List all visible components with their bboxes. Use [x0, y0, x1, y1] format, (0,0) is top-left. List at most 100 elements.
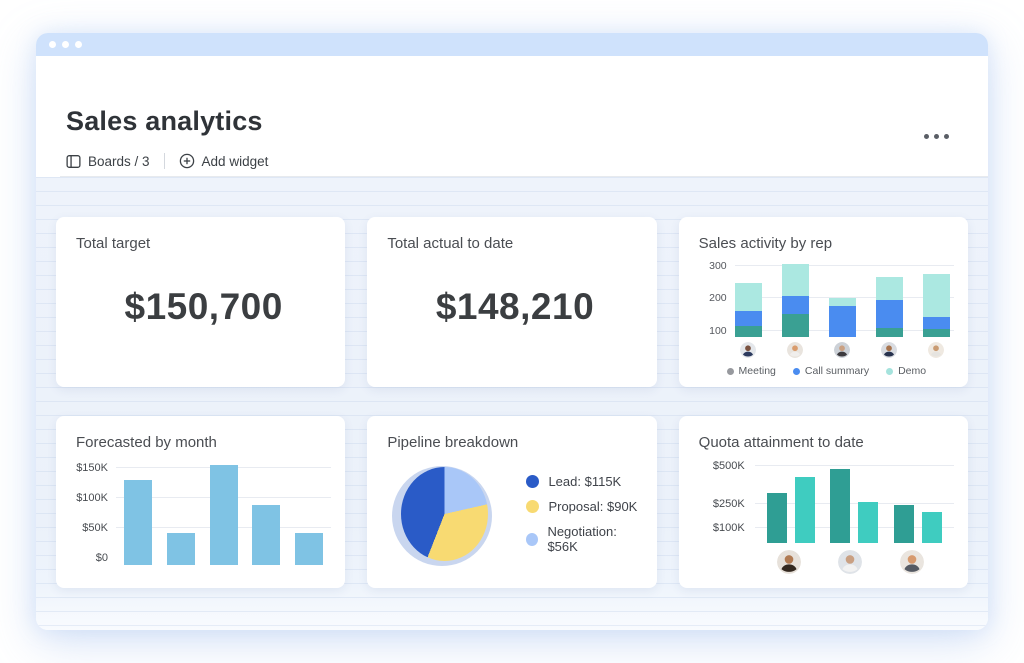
legend-label: Demo: [898, 365, 926, 377]
more-options-button[interactable]: [918, 128, 955, 145]
forecast-bar: [295, 533, 323, 565]
ellipsis-icon: [924, 134, 929, 139]
board-icon: [66, 154, 81, 169]
avatar-slot: [829, 342, 856, 358]
kpi-value: $148,210: [387, 286, 642, 328]
pie-wrap: [401, 467, 488, 561]
forecast-bar: [252, 505, 280, 565]
rep-avatar: [740, 342, 756, 358]
widget-grid: Total target $150,700 Total actual to da…: [56, 217, 968, 588]
window-control-dot[interactable]: [62, 41, 69, 48]
window-titlebar: [36, 33, 988, 56]
y-tick-label: 300: [709, 260, 727, 272]
y-tick-label: $50K: [82, 522, 108, 534]
quota-y-axis: $500K $250K $100K: [699, 463, 745, 543]
avatar-slot: [765, 550, 813, 574]
widget-quota[interactable]: Quota attainment to date $500K $250K $100K: [679, 416, 968, 588]
stacked-bar: [923, 274, 950, 337]
quota-bar: [894, 505, 914, 543]
bar-segment-call-summary: [782, 296, 809, 315]
stacked-bar: [782, 264, 809, 337]
legend-item: Negotiation: $56K: [526, 524, 642, 554]
widget-sales-activity[interactable]: Sales activity by rep 100 200 300: [679, 217, 968, 387]
forecast-bar: [124, 480, 152, 565]
quota-bar: [922, 512, 942, 543]
rep-avatar: [777, 550, 801, 574]
legend-dot: [886, 368, 893, 375]
activity-legend: Meeting Call summary Demo: [699, 365, 954, 377]
avatar-slot: [735, 342, 762, 358]
bar-segment-demo: [876, 277, 903, 300]
page: Sales analytics Boards / 3: [0, 0, 1024, 663]
widget-title: Total actual to date: [387, 235, 642, 252]
activity-chart: 100 200 300: [699, 261, 954, 337]
quota-bar: [830, 469, 850, 543]
bar-segment-call-summary: [829, 306, 856, 337]
activity-y-axis: 100 200 300: [699, 261, 727, 337]
forecast-plot-bars: [124, 465, 323, 565]
widget-total-target[interactable]: Total target $150,700: [56, 217, 345, 387]
bar-segment-meeting: [923, 329, 950, 337]
y-tick-label: 100: [709, 325, 727, 337]
boards-label: Boards / 3: [88, 154, 150, 169]
avatar-slot: [923, 342, 950, 358]
widget-pipeline[interactable]: Pipeline breakdown Lead: $115K Proposal: …: [367, 416, 656, 588]
legend-label: Lead: $115K: [548, 474, 621, 489]
dashboard-header: Sales analytics Boards / 3: [36, 56, 988, 177]
forecast-bar: [210, 465, 238, 565]
legend-label: Meeting: [739, 365, 776, 377]
rep-avatar: [834, 342, 850, 358]
y-tick-label: $150K: [76, 462, 108, 474]
bar-segment-meeting: [735, 326, 762, 337]
add-widget-button[interactable]: Add widget: [179, 153, 269, 169]
bar-segment-demo: [829, 298, 856, 306]
legend-label: Proposal: $90K: [548, 499, 637, 514]
app-window: Sales analytics Boards / 3: [36, 33, 988, 630]
y-tick-label: $0: [96, 552, 108, 564]
legend-label: Negotiation: $56K: [547, 524, 642, 554]
bar-group: [894, 505, 942, 543]
y-tick-label: $100K: [76, 492, 108, 504]
boards-button[interactable]: Boards / 3: [66, 154, 150, 169]
legend-item: Proposal: $90K: [526, 499, 642, 514]
legend-dot: [793, 368, 800, 375]
pipeline-chart: Lead: $115K Proposal: $90K Negotiation: $5…: [387, 467, 642, 561]
rep-avatar: [838, 550, 862, 574]
legend-dot: [526, 475, 539, 488]
widget-title: Pipeline breakdown: [387, 434, 642, 451]
legend-dot: [727, 368, 734, 375]
quota-bar: [795, 477, 815, 543]
bar-group: [830, 469, 878, 543]
bar-segment-meeting: [782, 314, 809, 337]
legend-label: Call summary: [805, 365, 869, 377]
avatar-slot: [876, 342, 903, 358]
forecast-y-axis: $150K $100K $50K $0: [76, 461, 108, 565]
widget-forecast[interactable]: Forecasted by month $150K$100K$50K$0: [56, 416, 345, 588]
legend-item: Lead: $115K: [526, 474, 642, 489]
gridline: [755, 465, 954, 466]
quota-plot-bars: [767, 469, 942, 543]
window-control-dot[interactable]: [49, 41, 56, 48]
widget-total-actual[interactable]: Total actual to date $148,210: [367, 217, 656, 387]
quota-plot: [755, 463, 954, 543]
y-tick-label: $500K: [713, 460, 745, 472]
pipeline-legend: Lead: $115K Proposal: $90K Negotiation: $5…: [526, 474, 642, 554]
y-tick-label: $250K: [713, 498, 745, 510]
activity-plot-bars: [735, 264, 950, 337]
legend-dot: [526, 500, 539, 513]
bar-group: [767, 477, 815, 543]
widget-title: Sales activity by rep: [699, 235, 954, 252]
legend-item: Call summary: [793, 365, 869, 377]
widget-title: Quota attainment to date: [699, 434, 954, 451]
quota-avatars: [765, 550, 936, 574]
quota-bar: [767, 493, 787, 543]
page-title: Sales analytics: [66, 106, 263, 137]
window-control-dot[interactable]: [75, 41, 82, 48]
ellipsis-icon: [944, 134, 949, 139]
widget-title: Total target: [76, 235, 331, 252]
y-tick-label: $100K: [713, 522, 745, 534]
bar-segment-call-summary: [923, 317, 950, 329]
rep-avatar: [928, 342, 944, 358]
forecast-bar: [167, 533, 195, 565]
y-tick-label: 200: [709, 292, 727, 304]
